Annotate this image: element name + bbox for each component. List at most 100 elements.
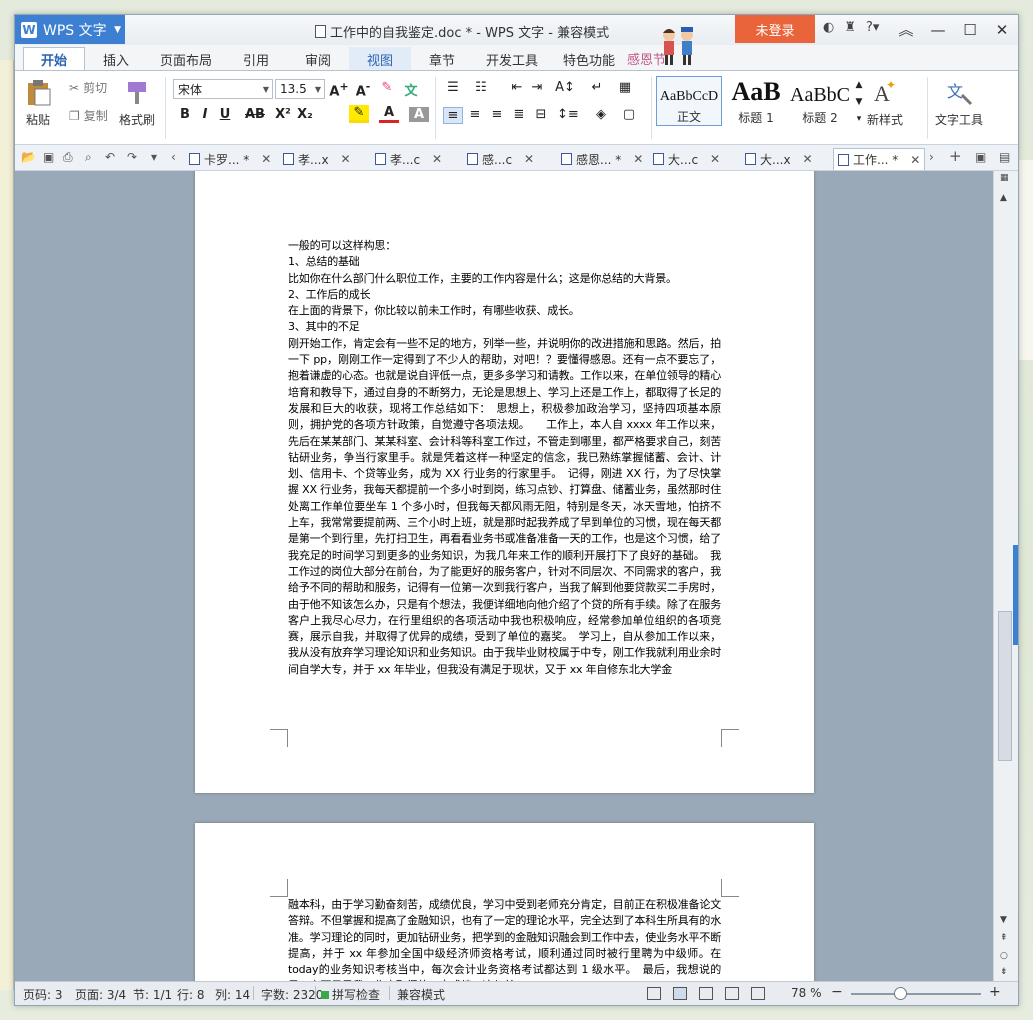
align-center-icon[interactable]: ≡ <box>465 107 485 122</box>
tab-review[interactable]: 审阅 <box>287 47 349 71</box>
phonetic-icon[interactable]: 文 <box>401 80 421 99</box>
close-icon[interactable]: ✕ <box>261 152 271 166</box>
reading-view-icon[interactable] <box>751 987 765 1000</box>
page-body-text[interactable]: 一般的可以这样构思： 1、总结的基础 比如你在什么部门什么职位工作，主要的工作内… <box>288 238 721 678</box>
split-view-icon[interactable]: ▦ <box>1000 173 1009 183</box>
bullets-icon[interactable]: ☰ <box>443 80 463 95</box>
decrease-indent-icon[interactable]: ⇤ <box>507 80 527 95</box>
close-icon[interactable]: ✕ <box>432 152 442 166</box>
text-tools-button[interactable]: 文 文字工具 <box>935 77 983 128</box>
close-icon[interactable]: ✕ <box>803 152 813 166</box>
font-size-select[interactable]: 13.5 ▼ <box>275 79 325 99</box>
select-browse-icon[interactable]: ○ <box>1000 951 1008 961</box>
paste-button[interactable]: 粘贴 <box>23 77 53 128</box>
shrink-font-icon[interactable]: A- <box>353 80 373 99</box>
close-icon[interactable]: ✕ <box>710 152 720 166</box>
clear-format-icon[interactable]: ✎ <box>377 80 397 95</box>
align-left-icon[interactable]: ≡ <box>443 107 463 124</box>
tab-home[interactable]: 开始 <box>23 47 85 71</box>
numbering-icon[interactable]: ☷ <box>471 80 491 95</box>
shading-icon[interactable]: ◈ <box>591 107 611 122</box>
tab-page-layout[interactable]: 页面布局 <box>147 47 225 71</box>
strikethrough-icon[interactable]: AB <box>243 107 267 122</box>
doc-tab[interactable]: 卡罗... * ✕ <box>189 148 271 170</box>
new-tab-icon[interactable]: + <box>949 147 962 165</box>
increase-indent-icon[interactable]: ⇥ <box>527 80 547 95</box>
close-icon[interactable]: ✕ <box>524 152 534 166</box>
outline-view-icon[interactable] <box>699 987 713 1000</box>
tab-menu-icon[interactable]: ▤ <box>999 150 1010 164</box>
tab-list-icon[interactable]: ▣ <box>975 150 986 164</box>
copy-button[interactable]: ❐ 复制 <box>69 107 108 124</box>
zoom-level[interactable]: 78 % <box>791 986 822 1000</box>
scroll-down-icon[interactable]: ▼ <box>1000 915 1007 925</box>
scroll-up-icon[interactable]: ▲ <box>1000 193 1007 203</box>
status-page[interactable]: 页码: 3 <box>23 986 63 1003</box>
tab-view[interactable]: 视图 <box>349 47 411 71</box>
tabs-left-icon[interactable]: ‹ <box>171 150 176 164</box>
tab-developer[interactable]: 开发工具 <box>473 47 551 71</box>
tab-chapter[interactable]: 章节 <box>411 47 473 71</box>
char-shading-icon[interactable]: A <box>409 107 429 122</box>
superscript-icon[interactable]: X² <box>273 107 293 122</box>
login-button[interactable]: 未登录 <box>735 15 815 43</box>
highlight-icon[interactable]: ✎ <box>349 105 369 123</box>
doc-tab[interactable]: 大...c ✕ <box>653 148 720 170</box>
previous-page-icon[interactable]: ⇞ <box>1000 933 1008 943</box>
doc-tab[interactable]: 大...x ✕ <box>745 148 813 170</box>
shirt-icon[interactable]: ♜ <box>844 20 856 35</box>
zoom-out-icon[interactable]: − <box>831 984 843 1000</box>
doc-tab-active[interactable]: 工作... * ✕ <box>833 148 926 170</box>
zoom-in-icon[interactable]: + <box>989 984 1001 1000</box>
spell-check-toggle[interactable]: 拼写检查 <box>321 986 380 1003</box>
borders-icon[interactable]: ▢ <box>619 107 639 122</box>
cut-button[interactable]: ✂ 剪切 <box>69 79 107 96</box>
zoom-slider[interactable] <box>851 993 981 995</box>
undo-icon[interactable]: ↶ <box>105 150 115 164</box>
open-folder-icon[interactable]: 📂 <box>21 150 36 164</box>
chinese-layout-icon[interactable]: A↕ <box>555 80 575 95</box>
close-icon[interactable]: ✕ <box>341 152 351 166</box>
redo-icon[interactable]: ↷ <box>127 150 137 164</box>
tabs-right-icon[interactable]: › <box>929 150 934 164</box>
full-screen-icon[interactable] <box>647 987 661 1000</box>
font-name-select[interactable]: 宋体 ▼ <box>173 79 273 99</box>
print-preview-icon[interactable]: ⌕ <box>85 150 92 165</box>
close-icon[interactable]: ✕ <box>910 153 920 167</box>
doc-tab[interactable]: 感...c ✕ <box>467 148 534 170</box>
close-button[interactable]: ✕ <box>986 15 1018 44</box>
scrollbar-thumb[interactable] <box>998 611 1012 761</box>
save-icon[interactable]: ▣ <box>43 150 54 164</box>
collapse-ribbon-icon[interactable]: ︽ <box>890 15 922 44</box>
justify-icon[interactable]: ≣ <box>509 107 529 122</box>
format-painter-button[interactable]: 格式刷 <box>119 77 155 128</box>
align-right-icon[interactable]: ≡ <box>487 107 507 122</box>
underline-icon[interactable]: U <box>215 107 235 122</box>
customize-icon[interactable]: ▾ <box>151 150 157 164</box>
app-menu-button[interactable]: W WPS 文字 ▼ <box>15 15 125 44</box>
new-style-button[interactable]: A ✦ 新样式 <box>867 77 903 128</box>
skin-icon[interactable]: ◐ <box>823 20 834 35</box>
festival-label[interactable]: 感恩节 <box>627 49 666 68</box>
maximize-button[interactable]: ☐ <box>954 15 986 44</box>
tab-insert[interactable]: 插入 <box>85 47 147 71</box>
print-icon[interactable]: ⎙ <box>63 150 73 165</box>
page-body-text[interactable]: 融本科，由于学习勤奋刻苦，成绩优良，学习中受到老师充分肯定，目前正在积极准备论文… <box>288 897 721 983</box>
zoom-slider-thumb[interactable] <box>894 987 907 1000</box>
style-scroll-icon[interactable]: ▲ ▼ ▾ <box>849 77 869 128</box>
italic-icon[interactable]: I <box>195 107 215 122</box>
font-color-icon[interactable]: A <box>379 105 399 123</box>
tab-references[interactable]: 引用 <box>225 47 287 71</box>
distribute-icon[interactable]: ⊟ <box>531 107 551 122</box>
next-page-icon[interactable]: ⇟ <box>1000 967 1008 977</box>
style-heading-1[interactable]: AaB 标题 1 <box>723 76 789 126</box>
minimize-button[interactable]: — <box>922 15 954 44</box>
line-spacing-icon[interactable]: ↕≡ <box>557 107 579 122</box>
doc-tab[interactable]: 孝...x ✕ <box>283 148 351 170</box>
help-icon[interactable]: ?▾ <box>866 20 879 35</box>
grow-font-icon[interactable]: A+ <box>329 80 349 99</box>
doc-tab[interactable]: 孝...c ✕ <box>375 148 442 170</box>
show-marks-icon[interactable]: ↵ <box>587 80 607 95</box>
doc-tab[interactable]: 感恩... * ✕ <box>561 148 643 170</box>
close-icon[interactable]: ✕ <box>633 152 643 166</box>
